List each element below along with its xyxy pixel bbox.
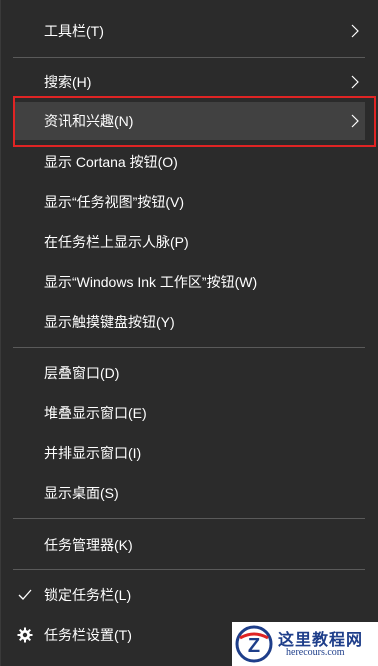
- menu-item-label: 锁定任务栏(L): [44, 587, 132, 603]
- menu-item-label: 任务栏设置(T): [44, 627, 132, 643]
- menu-item-label: 并排显示窗口(I): [44, 445, 142, 461]
- menu-item-side-by-side-windows[interactable]: 并排显示窗口(I): [13, 434, 365, 472]
- chevron-right-icon: [351, 75, 359, 89]
- taskbar-context-menu: 工具栏(T) 搜索(H) 资讯和兴趣(N) 显示 Cortana 按钮(O) 显…: [0, 0, 378, 666]
- menu-item-label: 显示 Cortana 按钮(O): [44, 154, 178, 170]
- menu-separator: [13, 347, 365, 348]
- menu-item-label: 工具栏(T): [44, 23, 104, 39]
- menu-item-show-desktop[interactable]: 显示桌面(S): [13, 474, 365, 512]
- menu-item-label: 在任务栏上显示人脉(P): [44, 234, 189, 250]
- highlight-annotation-box: [13, 96, 376, 147]
- watermark: Z 这里教程网 herecours.com: [232, 622, 378, 666]
- menu-item-show-touch-keyboard-button[interactable]: 显示触摸键盘按钮(Y): [13, 303, 365, 341]
- watermark-url: herecours.com: [286, 647, 345, 658]
- menu-separator: [13, 518, 365, 519]
- chevron-right-icon: [351, 24, 359, 38]
- menu-item-label: 显示桌面(S): [44, 485, 119, 501]
- menu-item-label: 堆叠显示窗口(E): [44, 405, 147, 421]
- menu-item-label: 搜索(H): [44, 74, 92, 90]
- menu-item-label: 任务管理器(K): [44, 537, 133, 553]
- menu-item-label: 显示触摸键盘按钮(Y): [44, 314, 175, 330]
- menu-item-show-task-view-button[interactable]: 显示“任务视图”按钮(V): [13, 183, 365, 221]
- checkmark-icon: [18, 589, 32, 600]
- menu-item-show-windows-ink-button[interactable]: 显示“Windows Ink 工作区”按钮(W): [13, 263, 365, 301]
- menu-item-show-people[interactable]: 在任务栏上显示人脉(P): [13, 223, 365, 261]
- menu-separator: [13, 569, 365, 570]
- gear-icon: [17, 627, 33, 643]
- menu-item-label: 显示“Windows Ink 工作区”按钮(W): [44, 274, 258, 290]
- menu-item-label: 显示“任务视图”按钮(V): [44, 194, 184, 210]
- menu-item-show-cortana-button[interactable]: 显示 Cortana 按钮(O): [13, 143, 365, 181]
- svg-text:Z: Z: [248, 635, 260, 657]
- menu-item-task-manager[interactable]: 任务管理器(K): [13, 526, 365, 564]
- site-logo: Z: [235, 625, 273, 663]
- menu-item-toolbars[interactable]: 工具栏(T): [13, 12, 365, 50]
- menu-item-lock-taskbar[interactable]: 锁定任务栏(L): [13, 576, 365, 614]
- menu-separator: [13, 57, 365, 58]
- menu-item-cascade-windows[interactable]: 层叠窗口(D): [13, 354, 365, 392]
- menu-item-stack-windows[interactable]: 堆叠显示窗口(E): [13, 394, 365, 432]
- menu-item-label: 层叠窗口(D): [44, 365, 120, 381]
